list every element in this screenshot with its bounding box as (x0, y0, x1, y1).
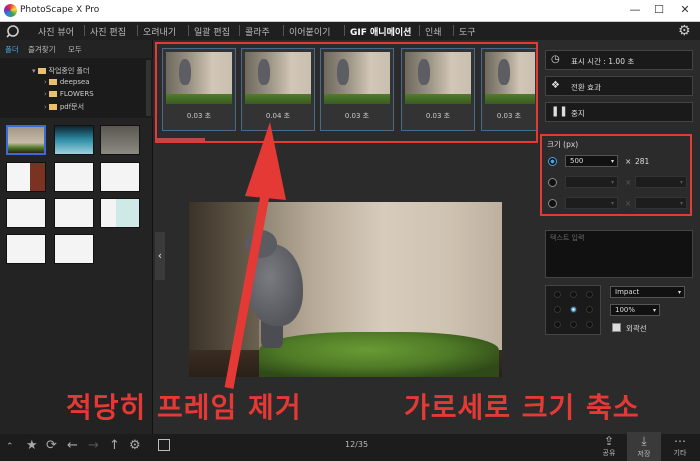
font-select[interactable]: Impact ▾ (610, 286, 685, 298)
position-dot[interactable] (554, 306, 561, 313)
gear-icon[interactable]: ⚙ (129, 438, 141, 453)
refresh-icon[interactable]: ⟳ (46, 438, 57, 453)
download-icon: ⤓ (641, 434, 647, 448)
position-dot[interactable] (586, 291, 593, 298)
transition-icon: ❖ (551, 80, 560, 91)
pause-icon: ❚❚ (551, 106, 568, 117)
transition-effect-button[interactable]: ❖ 전환 효과 (545, 76, 693, 96)
page-counter: 12/35 (345, 440, 369, 449)
clock-icon: ◷ (551, 54, 560, 65)
outline-label: 외곽선 (626, 324, 647, 333)
chevron-up-icon[interactable]: ⌃ (6, 442, 14, 452)
share-icon: ⇪ (603, 434, 615, 448)
share-button[interactable]: ⇪ 공유 (592, 432, 626, 461)
save-button[interactable]: ⤓ 저장 (627, 432, 661, 461)
position-dot[interactable] (586, 306, 593, 313)
star-icon[interactable]: ★ (26, 438, 38, 453)
more-button[interactable]: ⋯ 기타 (663, 432, 697, 461)
position-dot[interactable] (586, 321, 593, 328)
position-dot[interactable] (554, 321, 561, 328)
position-dot[interactable] (554, 291, 561, 298)
outline-checkbox[interactable] (612, 323, 621, 332)
display-time-button[interactable]: ◷ 표시 시간 : 1.00 초 (545, 50, 693, 70)
annotation-box-size (540, 134, 692, 216)
position-dot-selected[interactable] (570, 306, 577, 313)
checkerboard-toggle-icon[interactable] (158, 439, 170, 451)
caption-left: 적당히 프레임 제거 (66, 391, 302, 424)
more-dots-icon: ⋯ (674, 434, 686, 448)
arrow-right-icon[interactable]: → (88, 438, 99, 453)
position-dot[interactable] (570, 291, 577, 298)
arrow-up-icon[interactable]: ↑ (109, 438, 120, 453)
font-size-select[interactable]: 100% ▾ (610, 304, 660, 316)
position-dot[interactable] (570, 321, 577, 328)
stop-button[interactable]: ❚❚ 중지 (545, 102, 693, 122)
chevron-down-icon: ▾ (652, 307, 656, 314)
text-input-placeholder: 텍스트 입력 (550, 234, 585, 242)
chevron-down-icon: ▾ (677, 289, 681, 296)
arrow-left-icon[interactable]: ← (67, 438, 78, 453)
caption-right: 가로세로 크기 축소 (404, 391, 640, 424)
